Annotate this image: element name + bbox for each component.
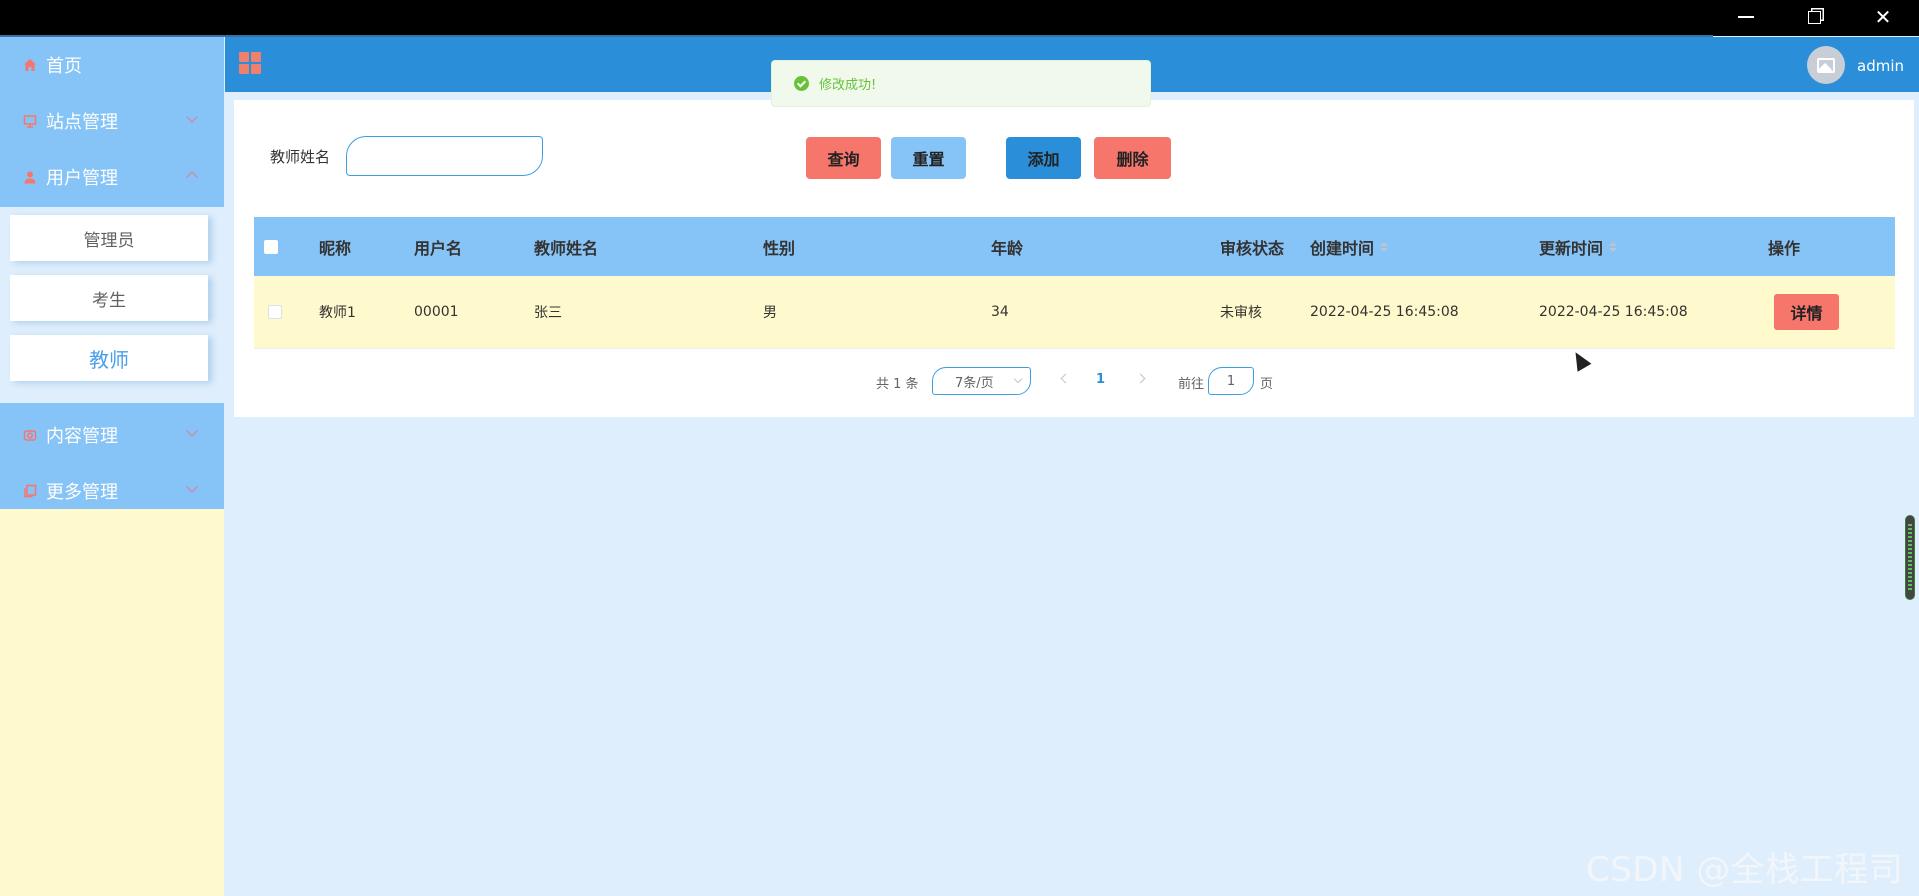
select-all-checkbox[interactable] <box>264 239 278 254</box>
monitor-icon <box>22 113 38 129</box>
submenu-item-label: 考生 <box>92 290 126 311</box>
sidebar: 首页 站点管理 用户管理 管理员 考生 教师 内容管理 更多管理 <box>0 37 224 896</box>
user-icon <box>22 169 38 185</box>
column-header: 审核状态 <box>1220 238 1285 258</box>
sort-caret-icon[interactable] <box>1609 241 1618 252</box>
row-select-cell <box>268 276 282 348</box>
camera-icon <box>22 427 38 443</box>
sidebar-item-label: 站点管理 <box>46 112 118 133</box>
column-header-label: 更新时间 <box>1539 238 1604 258</box>
close-icon[interactable]: ✕ <box>1853 0 1913 34</box>
image-icon <box>1817 57 1835 73</box>
row-checkbox[interactable] <box>268 305 282 319</box>
home-icon <box>22 57 38 73</box>
detail-button[interactable]: 详情 <box>1774 294 1839 330</box>
cell-actions: 详情 <box>1774 276 1839 348</box>
menu-grid-icon[interactable] <box>239 52 261 74</box>
pagination-total: 共 1 条 <box>876 377 919 392</box>
chevron-down-icon <box>188 113 198 123</box>
table-row: 教师1 00001 张三 男 34 未审核 2022-04-25 16:45:0… <box>254 276 1895 349</box>
submenu-item-teacher[interactable]: 教师 <box>10 335 208 381</box>
main-panel: 教师姓名 查询 重置 添加 删除 昵称 用户名 教师姓名 性别 年龄 审核状态 … <box>234 100 1914 417</box>
prev-page-icon[interactable] <box>1060 373 1071 384</box>
submenu-item-student[interactable]: 考生 <box>10 275 208 321</box>
goto-page-input[interactable] <box>1208 367 1254 395</box>
search-label: 教师姓名 <box>270 148 331 166</box>
page-size-select[interactable]: 7条/页 <box>932 367 1031 395</box>
sidebar-item-content-management[interactable]: 内容管理 <box>0 407 224 463</box>
success-toast: 修改成功! <box>771 60 1151 107</box>
sidebar-item-more-management[interactable]: 更多管理 <box>0 463 224 519</box>
column-header: 用户名 <box>414 238 463 258</box>
column-header: 年龄 <box>991 238 1024 258</box>
avatar[interactable] <box>1807 46 1845 84</box>
column-header-label: 创建时间 <box>1310 238 1375 258</box>
column-header: 操作 <box>1768 238 1801 258</box>
sidebar-item-home[interactable]: 首页 <box>0 37 224 93</box>
copy-icon <box>22 483 38 499</box>
submenu-item-admin[interactable]: 管理员 <box>10 215 208 261</box>
chevron-down-icon <box>188 427 198 437</box>
window-titlebar: ✕ <box>0 0 1919 37</box>
column-header-sortable[interactable]: 更新时间 <box>1539 217 1618 276</box>
pagination: 共 1 条 7条/页 1 前往 页 <box>234 366 1914 396</box>
restore-icon[interactable] <box>1784 0 1844 34</box>
column-header: 性别 <box>763 238 796 258</box>
next-page-icon[interactable] <box>1135 373 1146 384</box>
add-button[interactable]: 添加 <box>1006 137 1081 179</box>
watermark-text: CSDN @全栈工程司 <box>1586 850 1904 890</box>
chevron-down-icon <box>1013 374 1023 384</box>
sidebar-menu: 首页 站点管理 用户管理 管理员 考生 教师 内容管理 更多管理 <box>0 37 224 509</box>
minimize-icon[interactable] <box>1716 0 1776 34</box>
cell-username: 00001 <box>414 304 459 320</box>
sort-caret-icon[interactable] <box>1380 241 1389 252</box>
chevron-down-icon <box>188 483 198 493</box>
sidebar-item-label: 内容管理 <box>46 426 118 447</box>
select-all-cell <box>264 217 278 276</box>
table-header: 昵称 用户名 教师姓名 性别 年龄 审核状态 创建时间 更新时间 操作 <box>254 217 1895 276</box>
submenu-item-label: 管理员 <box>83 230 135 251</box>
chevron-up-icon <box>188 169 198 179</box>
page-size-value: 7条/页 <box>955 375 994 391</box>
submenu-item-label: 教师 <box>89 347 129 372</box>
username-label[interactable]: admin <box>1857 57 1904 75</box>
cell-teacher-name: 张三 <box>534 305 562 321</box>
teacher-name-input[interactable] <box>346 136 543 176</box>
submenu-container: 管理员 考生 教师 <box>0 207 224 403</box>
cell-nickname: 教师1 <box>319 305 356 321</box>
delete-button[interactable]: 删除 <box>1094 137 1171 179</box>
teacher-table: 昵称 用户名 教师姓名 性别 年龄 审核状态 创建时间 更新时间 操作 教师1 … <box>254 217 1895 349</box>
scrollbar-thumb[interactable] <box>1905 515 1915 600</box>
sidebar-item-label: 更多管理 <box>46 482 118 503</box>
sidebar-item-user-management[interactable]: 用户管理 <box>0 149 224 205</box>
sidebar-item-label: 用户管理 <box>46 168 118 189</box>
cell-updated: 2022-04-25 16:45:08 <box>1539 304 1688 320</box>
check-circle-icon <box>794 76 809 91</box>
cell-gender: 男 <box>763 305 777 321</box>
query-button[interactable]: 查询 <box>806 137 881 179</box>
goto-label: 前往 <box>1178 377 1205 392</box>
cell-age: 34 <box>991 304 1009 320</box>
column-header: 教师姓名 <box>534 238 599 258</box>
page-number-current[interactable]: 1 <box>1096 372 1105 387</box>
cell-status: 未审核 <box>1220 305 1262 321</box>
toast-message: 修改成功! <box>819 78 877 93</box>
sidebar-item-label: 首页 <box>46 56 82 77</box>
column-header-sortable[interactable]: 创建时间 <box>1310 217 1389 276</box>
page-suffix-label: 页 <box>1260 377 1274 392</box>
reset-button[interactable]: 重置 <box>891 137 966 179</box>
cell-created: 2022-04-25 16:45:08 <box>1310 304 1459 320</box>
column-header: 昵称 <box>319 238 352 258</box>
sidebar-item-site-management[interactable]: 站点管理 <box>0 93 224 149</box>
